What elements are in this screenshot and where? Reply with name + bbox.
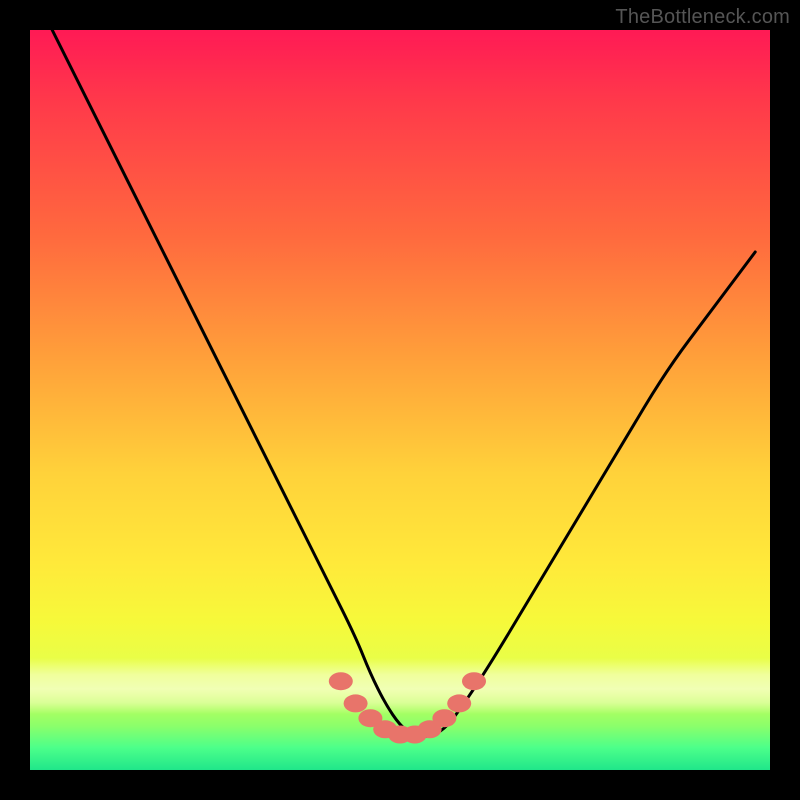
highlight-dot	[403, 726, 427, 744]
highlight-band	[30, 658, 770, 714]
chart-frame: TheBottleneck.com	[0, 0, 800, 800]
highlight-dots	[329, 672, 486, 743]
watermark-text: TheBottleneck.com	[615, 6, 790, 29]
highlight-dot	[447, 694, 471, 712]
highlight-dot	[358, 709, 382, 727]
plot-area	[30, 30, 770, 770]
highlight-dot	[329, 672, 353, 690]
highlight-dot	[432, 709, 456, 727]
highlight-dot	[344, 694, 368, 712]
curve-layer	[30, 30, 770, 770]
highlight-dot	[418, 720, 442, 738]
highlight-dot	[373, 720, 397, 738]
bottleneck-curve	[52, 30, 755, 737]
highlight-dot	[388, 726, 412, 744]
highlight-dot	[462, 672, 486, 690]
bottleneck-curve-path	[52, 30, 755, 737]
